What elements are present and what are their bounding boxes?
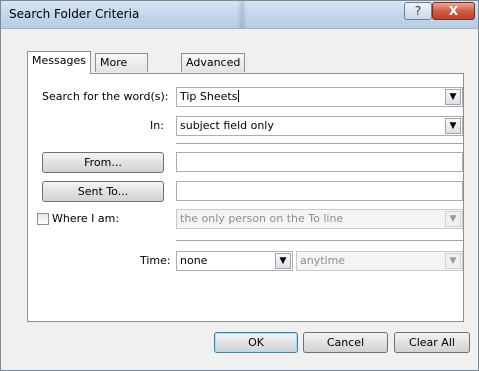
text-caret [238,90,240,102]
chevron-down-icon[interactable]: ▼ [445,118,461,134]
help-button[interactable]: ? [404,2,432,20]
time-select[interactable]: none ▼ [176,251,293,271]
tab-messages[interactable]: Messages [27,51,91,74]
chevron-down-icon: ▼ [445,211,461,227]
tab-advanced[interactable]: Advanced [181,53,246,72]
sent-to-field[interactable] [176,181,463,201]
tab-more-choices[interactable]: More Choices [95,53,148,86]
dialog-window: Search Folder Criteria ? X Messages More… [0,0,479,371]
where-i-am-label: Where I am: [52,212,120,225]
chevron-down-icon[interactable]: ▼ [275,253,291,269]
divider [176,143,463,144]
titlebar-divider [237,1,247,28]
chevron-down-icon: ▼ [445,253,461,269]
title-bar[interactable]: Search Folder Criteria ? X [1,1,478,29]
help-icon: ? [414,4,422,18]
time-range-value: anytime [300,254,346,267]
in-select[interactable]: subject field only ▼ [176,116,463,136]
in-select-value: subject field only [180,119,274,132]
time-label: Time: [140,254,171,267]
search-words-value: Tip Sheets [180,90,238,103]
sent-to-button[interactable]: Sent To... [42,181,164,202]
ok-button[interactable]: OK [214,332,298,353]
chevron-down-icon[interactable]: ▼ [445,89,461,105]
search-words-input[interactable]: Tip Sheets ▼ [176,87,463,107]
messages-panel: Search for the word(s): Tip Sheets ▼ In:… [27,73,464,322]
time-select-value: none [180,254,208,267]
from-button[interactable]: From... [42,152,164,173]
close-button[interactable]: X [432,2,475,20]
time-range-select: anytime ▼ [296,251,463,271]
window-title: Search Folder Criteria [9,7,140,21]
where-i-am-checkbox[interactable] [37,213,49,225]
search-words-label: Search for the word(s): [42,90,169,103]
clear-all-button[interactable]: Clear All [394,332,470,353]
divider [176,240,463,241]
cancel-button[interactable]: Cancel [303,332,388,353]
where-i-am-select: the only person on the To line ▼ [176,209,463,229]
from-field[interactable] [176,152,463,172]
close-icon: X [448,4,459,18]
in-label: In: [150,119,164,132]
where-i-am-value: the only person on the To line [180,212,344,225]
